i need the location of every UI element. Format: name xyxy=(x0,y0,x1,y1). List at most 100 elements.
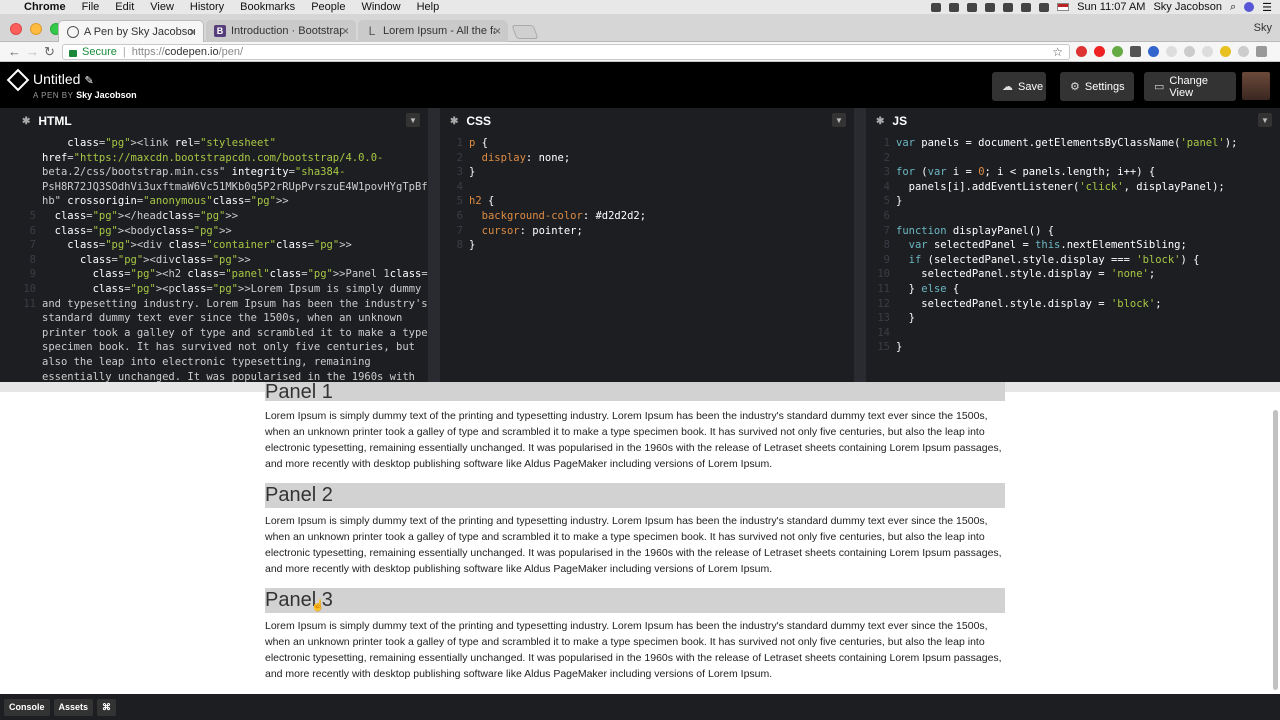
ext-colorpick-icon[interactable] xyxy=(1112,46,1123,57)
js-editor[interactable]: ✱ JS ▼ 1 var panels = document.getElement… xyxy=(866,108,1280,382)
code-line[interactable]: selectedPanel.style.display = 'block'; xyxy=(896,297,1161,312)
battery-icon[interactable] xyxy=(1039,2,1050,12)
console-button[interactable]: Console xyxy=(4,698,50,716)
code-line[interactable]: hb" crossorigin="anonymous"class="pg">> xyxy=(42,194,289,209)
ext-translate-icon[interactable] xyxy=(1166,46,1177,57)
code-line[interactable]: class="pg"><h2 class="panel"class="pg">>… xyxy=(42,267,428,282)
menu-view[interactable]: View xyxy=(150,1,174,13)
panel-heading[interactable]: Panel 1 xyxy=(265,382,1005,401)
chevron-down-icon[interactable]: ▼ xyxy=(1258,113,1272,127)
codepen-logo-icon[interactable] xyxy=(6,68,30,92)
tab-bootstrap[interactable]: B Introduction · Bootstrap × xyxy=(206,20,356,42)
preview-scrollbar[interactable] xyxy=(1273,410,1278,690)
code-line[interactable]: p { xyxy=(469,136,488,151)
code-line[interactable]: var panels = document.getElementsByClass… xyxy=(896,136,1237,151)
chevron-down-icon[interactable]: ▼ xyxy=(832,113,846,127)
forward-icon[interactable]: → xyxy=(26,44,39,59)
code-line[interactable]: cursor: pointer; xyxy=(469,224,583,239)
spotlight-icon[interactable]: ⌕ xyxy=(1230,1,1236,14)
code-line[interactable]: } xyxy=(896,194,902,209)
code-line[interactable]: function displayPanel() { xyxy=(896,224,1054,239)
tab-lorem[interactable]: L Lorem Ipsum - All the facts - Li × xyxy=(358,20,508,42)
code-line[interactable]: standard dummy text ever since the 1500s… xyxy=(42,311,402,326)
code-line[interactable]: and typesetting industry. Lorem Ipsum ha… xyxy=(42,297,428,312)
tab-codepen[interactable]: A Pen by Sky Jacobson × xyxy=(58,20,204,42)
extension-icon[interactable] xyxy=(967,2,978,12)
code-line[interactable]: for (var i = 0; i < panels.length; i++) … xyxy=(896,165,1155,180)
close-tab-icon[interactable]: × xyxy=(494,24,501,38)
ext-box-icon[interactable] xyxy=(1202,46,1213,57)
ext-shield-icon[interactable] xyxy=(1238,46,1249,57)
code-line[interactable]: class="pg"><div class="container"class="… xyxy=(42,238,352,253)
flag-icon[interactable] xyxy=(1057,3,1070,11)
wifi-icon[interactable] xyxy=(985,2,996,12)
menu-user[interactable]: Sky Jacobson xyxy=(1153,1,1221,13)
cloud-icon[interactable] xyxy=(949,2,960,12)
avatar[interactable] xyxy=(1242,72,1270,100)
menu-help[interactable]: Help xyxy=(417,1,440,13)
menu-history[interactable]: History xyxy=(190,1,224,13)
html-code[interactable]: class="pg"><link rel="stylesheet" href="h… xyxy=(12,134,428,382)
code-line[interactable]: beta.2/css/bootstrap.min.css" integrity=… xyxy=(42,165,345,180)
pencil-icon[interactable]: ✎ xyxy=(84,75,93,87)
code-line[interactable]: also the leap into electronic typesettin… xyxy=(42,355,371,370)
close-window-button[interactable] xyxy=(10,23,22,35)
editor-divider[interactable] xyxy=(854,108,866,382)
ext-adblock-icon[interactable] xyxy=(1076,46,1087,57)
menu-app-name[interactable]: Chrome xyxy=(24,1,66,13)
ext-yellow-icon[interactable] xyxy=(1220,46,1231,57)
settings-button[interactable]: ⚙ Settings xyxy=(1060,72,1134,101)
assets-button[interactable]: Assets xyxy=(53,698,94,716)
back-icon[interactable]: ← xyxy=(8,44,21,59)
bookmark-star-icon[interactable]: ☆ xyxy=(1052,45,1063,59)
css-code[interactable]: 1 p {2 display: none; 3} 4 5 h2 {6 background… xyxy=(440,134,854,382)
author-link[interactable]: Sky Jacobson xyxy=(76,90,137,100)
ext-menu-icon[interactable] xyxy=(1256,46,1267,57)
chevron-down-icon[interactable]: ▼ xyxy=(406,113,420,127)
gear-icon[interactable]: ✱ xyxy=(22,116,30,127)
code-line[interactable]: } xyxy=(469,238,475,253)
change-view-button[interactable]: ▭ Change View xyxy=(1144,72,1236,101)
menu-bookmarks[interactable]: Bookmarks xyxy=(240,1,295,13)
css-editor[interactable]: ✱ CSS ▼ 1 p {2 display: none; 3} 4 5 h2 {6 ba… xyxy=(440,108,854,382)
gear-icon[interactable]: ✱ xyxy=(876,116,884,127)
menu-people[interactable]: People xyxy=(311,1,345,13)
volume-icon[interactable] xyxy=(1021,2,1032,12)
record-icon[interactable] xyxy=(931,2,942,12)
reload-icon[interactable]: ↻ xyxy=(44,44,55,60)
code-line[interactable]: printer took a galley of type and scramb… xyxy=(42,326,428,341)
code-line[interactable]: panels[i].addEventListener('click', disp… xyxy=(896,180,1225,195)
menu-file[interactable]: File xyxy=(82,1,100,13)
menu-edit[interactable]: Edit xyxy=(115,1,134,13)
code-line[interactable]: } else { xyxy=(896,282,960,297)
code-line[interactable]: class="pg"><bodyclass="pg">> xyxy=(42,224,232,239)
new-tab-button[interactable] xyxy=(511,25,539,39)
panel-heading[interactable]: Panel 3 xyxy=(265,588,1005,613)
code-line[interactable]: selectedPanel.style.display = 'none'; xyxy=(896,267,1155,282)
code-line[interactable]: specimen book. It has survived not only … xyxy=(42,340,415,355)
menu-window[interactable]: Window xyxy=(361,1,400,13)
gear-icon[interactable]: ✱ xyxy=(450,116,458,127)
code-line[interactable]: var selectedPanel = this.nextElementSibl… xyxy=(896,238,1187,253)
code-line[interactable]: href="https://maxcdn.bootstrapcdn.com/bo… xyxy=(42,151,383,166)
code-line[interactable]: PsH8R72JQ3SOdhVi3uxftmaW6Vc51MKb0q5P2rRU… xyxy=(42,180,428,195)
code-line[interactable]: if (selectedPanel.style.display === 'blo… xyxy=(896,253,1200,268)
close-tab-icon[interactable]: × xyxy=(189,25,196,39)
profile-name[interactable]: Sky xyxy=(1254,22,1272,34)
code-line[interactable]: background-color: #d2d2d2; xyxy=(469,209,646,224)
code-line[interactable]: class="pg"><pclass="pg">>Lorem Ipsum is … xyxy=(42,282,428,297)
ext-grey-icon[interactable] xyxy=(1184,46,1195,57)
code-line[interactable]: } xyxy=(896,340,902,355)
ext-fx-icon[interactable] xyxy=(1130,46,1141,57)
airplay-icon[interactable] xyxy=(1003,2,1014,12)
code-line[interactable]: display: none; xyxy=(469,151,571,166)
js-code[interactable]: 1 var panels = document.getElementsByClas… xyxy=(866,134,1280,382)
close-tab-icon[interactable]: × xyxy=(342,24,349,38)
minimize-window-button[interactable] xyxy=(30,23,42,35)
ext-settings-icon[interactable] xyxy=(1148,46,1159,57)
save-button[interactable]: ☁ Save xyxy=(992,72,1046,101)
keyboard-shortcuts-button[interactable]: ⌘ xyxy=(97,698,117,716)
code-line[interactable]: class="pg"></headclass="pg">> xyxy=(42,209,238,224)
pen-title[interactable]: Untitled ✎ xyxy=(33,71,94,87)
code-line[interactable]: class="pg"><link rel="stylesheet" xyxy=(42,136,276,151)
